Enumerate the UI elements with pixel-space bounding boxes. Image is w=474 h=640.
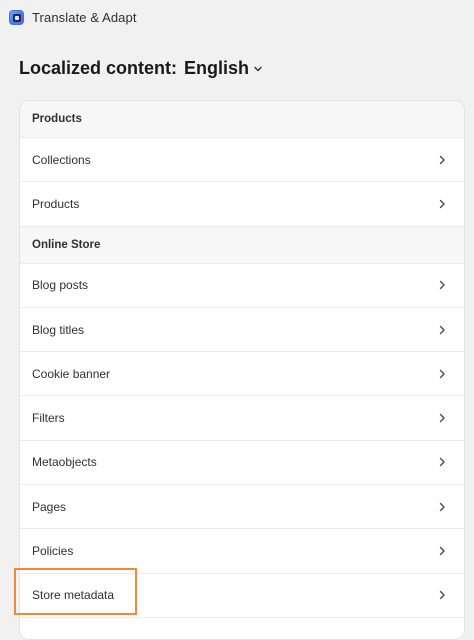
list-item-cookie-banner[interactable]: Cookie banner <box>20 352 464 397</box>
list-item-policies[interactable]: Policies <box>20 529 464 574</box>
chevron-right-icon <box>439 591 445 600</box>
list-item-blog-titles[interactable]: Blog titles <box>20 307 464 353</box>
list-item-label: Metaobjects <box>32 455 97 470</box>
list-item-label: Blog titles <box>32 322 85 337</box>
translate-app-icon <box>9 10 24 25</box>
list-item-filters[interactable]: Filters <box>20 396 464 441</box>
section-header-online-store: Online Store <box>20 226 464 264</box>
chevron-right-icon <box>439 546 445 556</box>
chevron-right-icon <box>439 281 445 290</box>
app-title: Translate & Adapt <box>32 10 137 25</box>
language-value: English <box>184 58 250 78</box>
list-item-store-metadata[interactable]: Store metadata <box>20 573 464 618</box>
list-item-collections[interactable]: Collections <box>20 138 464 183</box>
chevron-right-icon <box>439 413 445 423</box>
list-item-products[interactable]: Products <box>20 182 464 227</box>
app-header: Translate & Adapt <box>0 0 474 38</box>
list-item-pages[interactable]: Pages <box>20 485 464 530</box>
list-item-metaobjects[interactable]: Metaobjects <box>20 440 464 486</box>
section-header-products: Products <box>20 101 464 138</box>
list-item-blog-posts[interactable]: Blog posts <box>20 263 464 308</box>
chevron-right-icon <box>439 458 445 467</box>
list-item-label: Policies <box>32 544 74 559</box>
chevron-right-icon <box>439 199 445 209</box>
page-title: Localized content: <box>19 58 178 78</box>
page-title-row: Localized content: English <box>19 58 263 79</box>
list-item-label: Blog posts <box>32 278 89 293</box>
language-selector[interactable]: English <box>184 58 263 79</box>
chevron-right-icon <box>439 155 445 164</box>
list-item-label: Cookie banner <box>32 366 111 381</box>
chevron-down-icon <box>254 66 262 71</box>
chevron-right-icon <box>439 502 445 511</box>
list-item-label: Pages <box>32 499 67 514</box>
list-item-label: Filters <box>32 411 65 426</box>
list-item-label: Products <box>32 196 80 211</box>
list-item-label: Collections <box>32 152 91 167</box>
list-item-label: Store metadata <box>32 588 115 603</box>
chevron-right-icon <box>439 369 445 379</box>
localized-content-card: Products Collections Products Online Sto… <box>19 100 465 640</box>
chevron-right-icon <box>439 325 445 334</box>
